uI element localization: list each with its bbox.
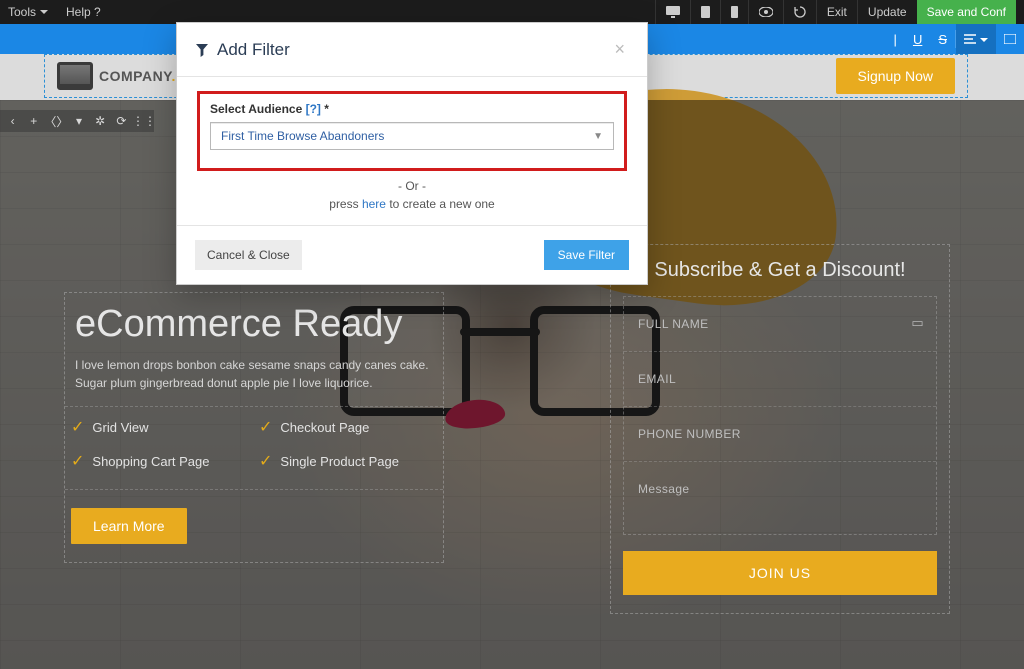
- save-and-configure-button[interactable]: Save and Conf: [917, 0, 1016, 24]
- check-icon: ✓: [71, 451, 84, 471]
- feature-item: ✓Single Product Page: [259, 451, 437, 471]
- visibility-icon[interactable]: [748, 0, 783, 24]
- funnel-icon: [195, 43, 209, 57]
- strike-button[interactable]: S: [930, 24, 955, 54]
- update-button[interactable]: Update: [857, 0, 917, 24]
- subscribe-form-block[interactable]: Subscribe & Get a Discount! FULL NAME ▭ …: [610, 244, 950, 614]
- code-icon[interactable]: 〈〉: [46, 111, 66, 131]
- grip-icon[interactable]: ⋮⋮: [134, 111, 154, 131]
- logo-mark-icon: [57, 62, 93, 90]
- help-menu[interactable]: Help ?: [66, 5, 101, 19]
- chevron-down-icon: [40, 5, 48, 19]
- add-filter-modal: Add Filter × Select Audience [?] * First…: [176, 22, 648, 285]
- phone-field[interactable]: PHONE NUMBER: [624, 407, 936, 462]
- contact-card-icon: ▭: [911, 315, 924, 331]
- modal-title: Add Filter: [195, 40, 290, 60]
- top-system-bar: Tools Help ? Exit Update Save and Conf: [0, 0, 1024, 24]
- hero-title: eCommerce Ready: [65, 293, 443, 352]
- message-field[interactable]: Message: [624, 462, 936, 534]
- back-icon[interactable]: ‹: [4, 111, 21, 131]
- highlighted-audience-box: Select Audience [?] * First Time Browse …: [197, 91, 627, 171]
- mobile-preview-icon[interactable]: [720, 0, 748, 24]
- hero-content-block[interactable]: eCommerce Ready I love lemon drops bonbo…: [64, 292, 444, 563]
- join-us-button[interactable]: JOIN US: [623, 551, 937, 595]
- create-new-link[interactable]: here: [362, 197, 386, 211]
- or-separator: - Or -: [197, 179, 627, 193]
- close-icon[interactable]: ×: [610, 37, 629, 62]
- help-icon[interactable]: [?]: [306, 102, 321, 116]
- history-icon[interactable]: [783, 0, 816, 24]
- chevron-down-icon: [980, 32, 988, 47]
- layout-button[interactable]: [996, 24, 1024, 54]
- select-audience-label: Select Audience [?] *: [210, 102, 614, 116]
- add-icon[interactable]: +: [25, 111, 42, 131]
- audience-selected-value: First Time Browse Abandoners: [221, 129, 384, 143]
- tablet-preview-icon[interactable]: [690, 0, 720, 24]
- feature-item: ✓Grid View: [71, 417, 249, 437]
- hero-subtitle: I love lemon drops bonbon cake sesame sn…: [65, 352, 443, 407]
- tools-menu[interactable]: Tools: [8, 5, 48, 19]
- email-field[interactable]: EMAIL: [624, 352, 936, 407]
- exit-button[interactable]: Exit: [816, 0, 857, 24]
- audience-select[interactable]: First Time Browse Abandoners ▼: [210, 122, 614, 150]
- settings-icon[interactable]: ✲: [92, 111, 109, 131]
- tools-label: Tools: [8, 5, 36, 19]
- feature-list: ✓Grid View ✓Checkout Page ✓Shopping Cart…: [65, 407, 443, 475]
- save-filter-button[interactable]: Save Filter: [544, 240, 629, 270]
- filter-icon[interactable]: ▾: [70, 111, 87, 131]
- underline-button[interactable]: U: [905, 24, 930, 54]
- modal-header: Add Filter ×: [177, 23, 647, 77]
- refresh-icon[interactable]: ⟳: [113, 111, 130, 131]
- check-icon: ✓: [259, 451, 272, 471]
- element-toolstrip[interactable]: ‹ + 〈〉 ▾ ✲ ⟳ ⋮⋮: [0, 110, 154, 132]
- modal-footer: Cancel & Close Save Filter: [177, 225, 647, 284]
- desktop-preview-icon[interactable]: [655, 0, 690, 24]
- help-label: Help ?: [66, 5, 101, 19]
- check-icon: ✓: [71, 417, 84, 437]
- chevron-down-icon: ▼: [593, 131, 603, 142]
- full-name-field[interactable]: FULL NAME ▭: [624, 297, 936, 352]
- cancel-button[interactable]: Cancel & Close: [195, 240, 302, 270]
- learn-more-button[interactable]: Learn More: [71, 508, 187, 544]
- signup-button[interactable]: Signup Now: [836, 58, 956, 94]
- feature-item: ✓Checkout Page: [259, 417, 437, 437]
- subscribe-title: Subscribe & Get a Discount!: [623, 253, 937, 296]
- align-button[interactable]: [956, 24, 996, 54]
- check-icon: ✓: [259, 417, 272, 437]
- feature-item: ✓Shopping Cart Page: [71, 451, 249, 471]
- divider-icon[interactable]: |: [886, 24, 905, 54]
- create-new-hint: press here to create a new one: [197, 197, 627, 211]
- subscribe-fields: FULL NAME ▭ EMAIL PHONE NUMBER Message: [623, 296, 937, 535]
